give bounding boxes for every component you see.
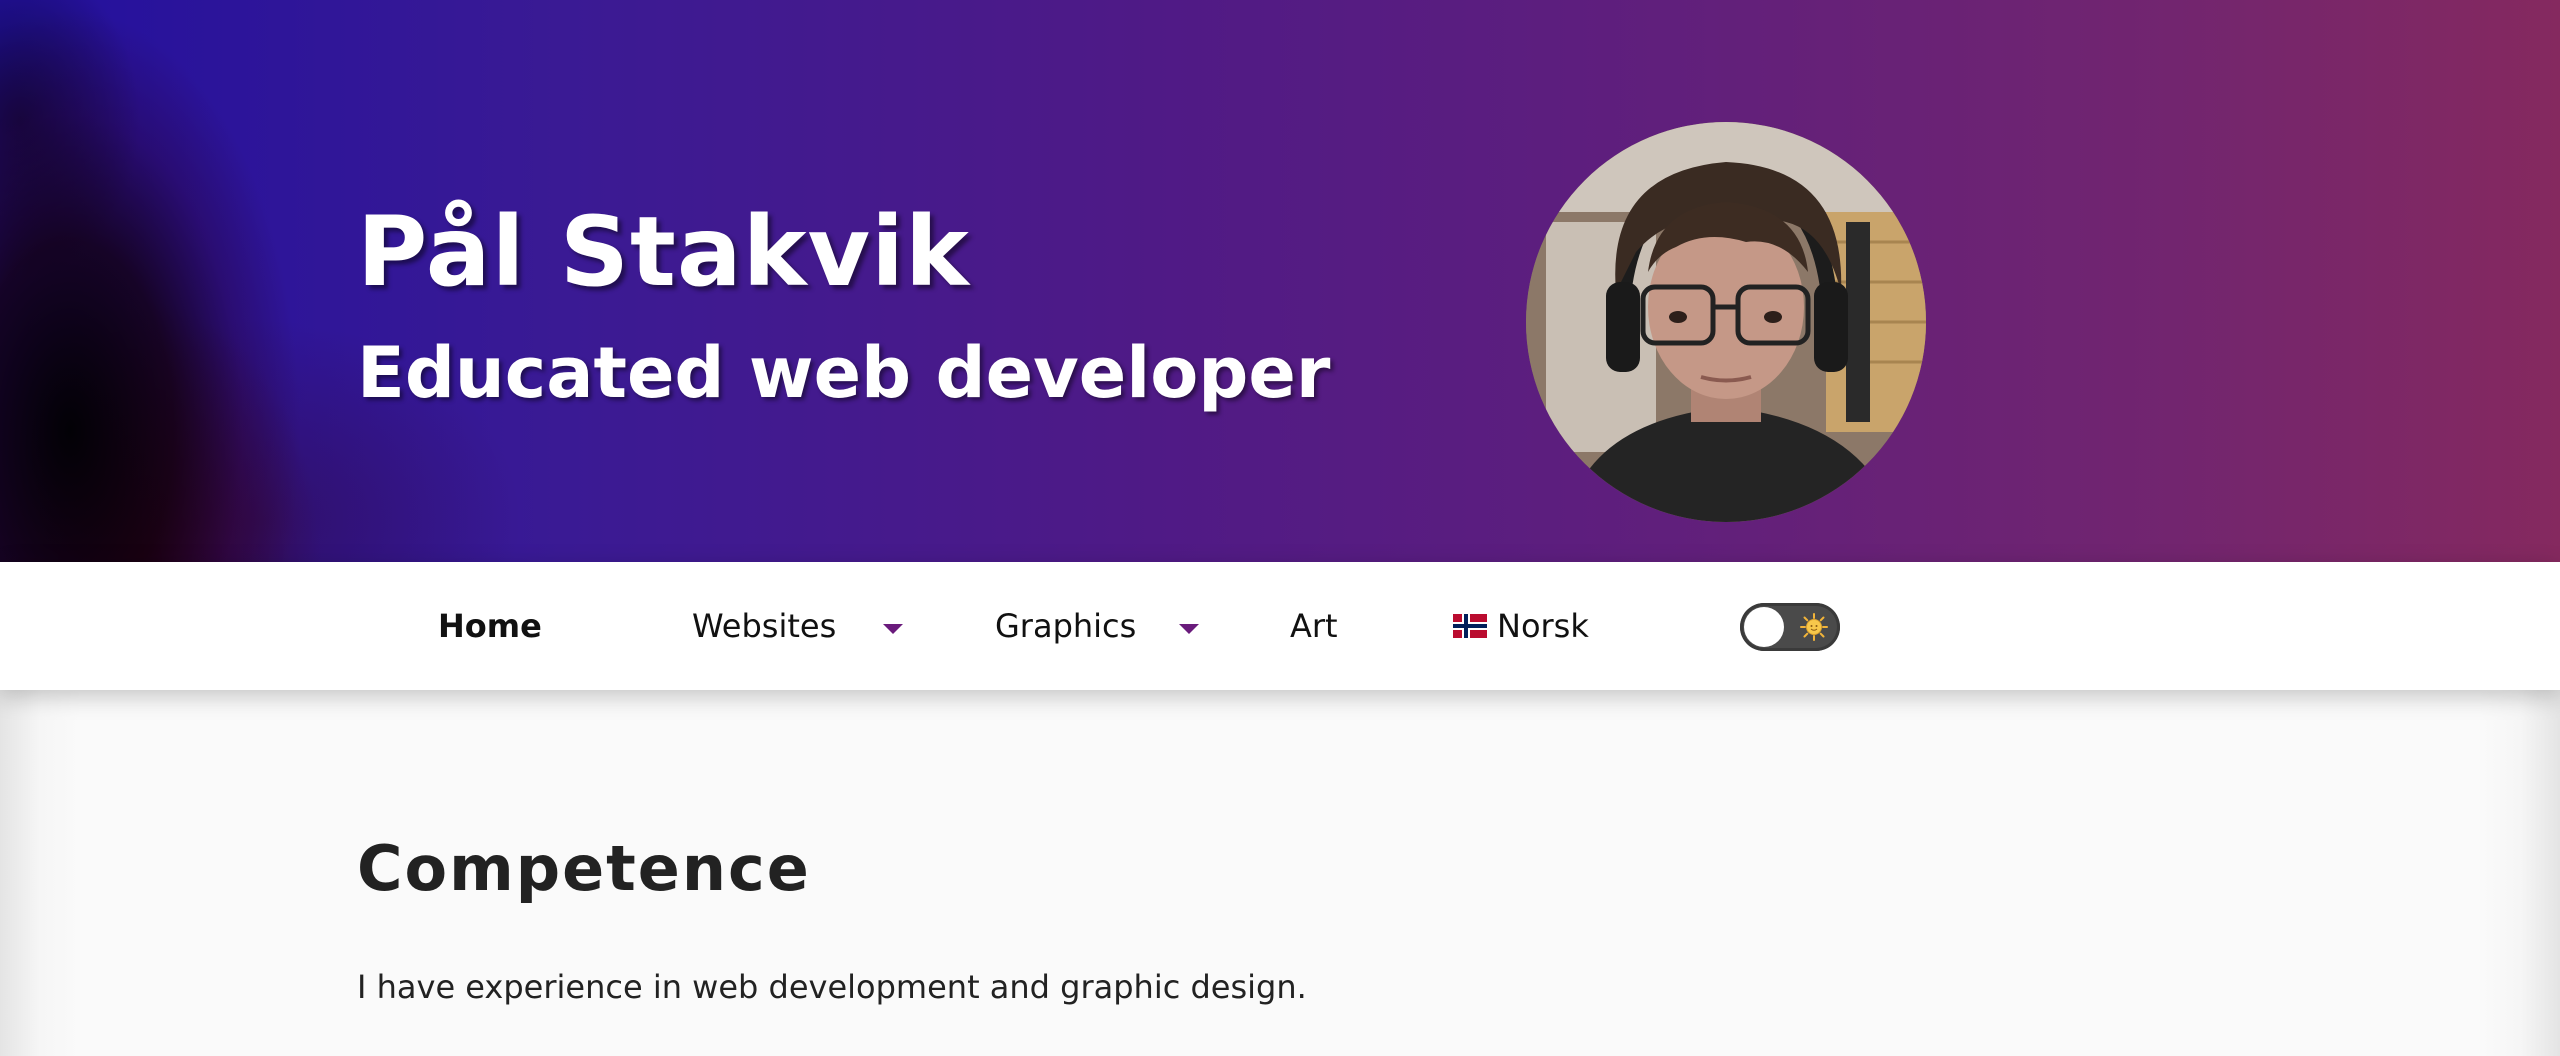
nav-home[interactable]: Home [438,562,542,690]
chevron-down-icon[interactable] [883,624,903,634]
tagline: Educated web developer [357,332,1331,414]
nav-websites-label: Websites [692,607,837,645]
site-owner-name: Pål Stakvik [357,196,970,308]
nav-art[interactable]: Art [1290,562,1338,690]
toggle-knob [1744,607,1784,647]
portrait-image [1526,122,1926,522]
norway-flag-icon [1453,614,1487,638]
section-description: I have experience in web development and… [357,968,1307,1006]
nav-graphics[interactable]: Graphics [995,562,1136,690]
main-navigation: Home Websites Graphics Art Norsk [0,562,2560,690]
sun-icon [1800,613,1828,641]
section-title: Competence [357,832,811,905]
hero-header: Pål Stakvik Educated web developer [0,0,2560,562]
language-switch[interactable]: Norsk [1453,562,1589,690]
language-label: Norsk [1497,607,1589,645]
nav-home-label: Home [438,607,542,645]
nav-websites[interactable]: Websites [692,562,836,690]
nav-graphics-label: Graphics [995,607,1137,645]
profile-photo [1526,122,1926,522]
nav-art-label: Art [1290,607,1338,645]
chevron-down-icon[interactable] [1179,624,1199,634]
theme-toggle[interactable] [1740,603,1840,651]
main-content: Competence I have experience in web deve… [0,690,2560,1056]
